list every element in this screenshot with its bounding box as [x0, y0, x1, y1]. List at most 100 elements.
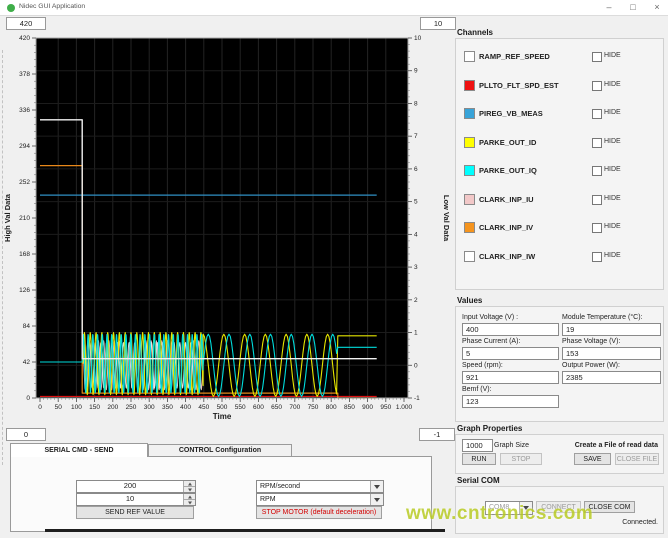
svg-text:750: 750 — [308, 404, 319, 411]
hide-checkbox[interactable] — [592, 52, 602, 62]
svg-text:5: 5 — [414, 199, 418, 206]
stop-button[interactable]: STOP — [500, 453, 542, 465]
high-axis-min-input[interactable]: 0 — [6, 428, 46, 441]
channel-swatch — [464, 137, 475, 148]
phase-current-field[interactable]: 5 — [462, 347, 559, 360]
svg-text:2: 2 — [414, 297, 418, 304]
spinner-arrows[interactable] — [183, 481, 195, 492]
graph-size-input[interactable]: 1000 — [462, 439, 493, 452]
svg-text:252: 252 — [19, 179, 30, 186]
hide-checkbox[interactable] — [592, 166, 602, 176]
svg-text:700: 700 — [289, 404, 300, 411]
step-value-spinner[interactable]: 10 — [76, 493, 196, 506]
channels-panel: RAMP_REF_SPEED HIDE PLLTO_FLT_SPD_EST HI… — [455, 38, 664, 290]
phase-current-label: Phase Current (A): — [462, 338, 521, 345]
svg-text:1.000: 1.000 — [396, 404, 413, 411]
ref-value-spinner[interactable]: 200 — [76, 480, 196, 493]
step-value: 10 — [125, 494, 135, 503]
save-button[interactable]: SAVE — [574, 453, 611, 465]
channel-label: CLARK_INP_IW — [479, 252, 536, 261]
svg-text:150: 150 — [89, 404, 100, 411]
svg-text:168: 168 — [19, 251, 30, 258]
spinner-arrows[interactable] — [183, 494, 195, 505]
svg-text:50: 50 — [55, 404, 63, 411]
hide-checkbox[interactable] — [592, 223, 602, 233]
channels-title: Channels — [457, 28, 494, 37]
close-button[interactable]: × — [646, 0, 668, 15]
speed-field[interactable]: 921 — [462, 371, 559, 384]
speed-label: Speed (rpm): — [462, 362, 503, 369]
svg-text:0: 0 — [38, 404, 42, 411]
phase-voltage-field[interactable]: 153 — [562, 347, 661, 360]
channel-label: PLLTO_FLT_SPD_EST — [479, 81, 559, 90]
phase-voltage-label: Phase Voltage (V): — [562, 338, 621, 345]
chevron-down-icon — [370, 494, 383, 505]
svg-text:850: 850 — [344, 404, 355, 411]
svg-text:6: 6 — [414, 166, 418, 173]
low-axis-min-input[interactable]: -1 — [419, 428, 455, 441]
channel-label: PARKE_OUT_ID — [479, 138, 537, 147]
send-ref-value-button[interactable]: SEND REF VALUE — [76, 506, 194, 519]
module-temp-label: Module Temperature (°C): — [562, 314, 643, 321]
chevron-down-icon — [370, 481, 383, 492]
svg-text:0: 0 — [26, 395, 30, 402]
svg-text:10: 10 — [414, 35, 422, 42]
minimize-button[interactable]: – — [598, 0, 620, 15]
channel-swatch — [464, 222, 475, 233]
close-file-button[interactable]: CLOSE FILE — [615, 453, 659, 465]
title-bar: Nidec GUI Application – □ × — [0, 0, 668, 16]
graph-properties-title: Graph Properties — [457, 424, 523, 433]
svg-text:42: 42 — [23, 359, 31, 366]
tab-serial-cmd-send[interactable]: SERIAL CMD - SEND — [10, 443, 148, 457]
svg-text:Low Val Data: Low Val Data — [442, 195, 451, 242]
channel-label: CLARK_INP_IU — [479, 195, 534, 204]
svg-text:-1: -1 — [414, 395, 420, 402]
svg-text:378: 378 — [19, 71, 30, 78]
hide-checkbox[interactable] — [592, 195, 602, 205]
bemf-label: Bemf (V): — [462, 386, 492, 393]
values-title: Values — [457, 296, 483, 305]
svg-text:84: 84 — [23, 323, 31, 330]
svg-text:420: 420 — [19, 35, 30, 42]
hide-label: HIDE — [604, 195, 621, 202]
hide-label: HIDE — [604, 81, 621, 88]
connection-status: Connected. — [622, 519, 658, 526]
watermark: www.cntronics.com — [406, 503, 594, 524]
stop-motor-button[interactable]: STOP MOTOR (default deceleration) — [256, 506, 382, 519]
output-power-field[interactable]: 2385 — [562, 371, 661, 384]
svg-text:800: 800 — [326, 404, 337, 411]
hide-label: HIDE — [604, 109, 621, 116]
hide-checkbox[interactable] — [592, 81, 602, 91]
unit2-select[interactable]: RPM — [256, 493, 384, 506]
create-file-label: Create a File of read data — [574, 442, 658, 449]
hide-label: HIDE — [604, 252, 621, 259]
run-button[interactable]: RUN — [462, 453, 496, 465]
svg-text:0: 0 — [414, 362, 418, 369]
svg-text:4: 4 — [414, 231, 418, 238]
channel-swatch — [464, 80, 475, 91]
channel-label: RAMP_REF_SPEED — [479, 52, 550, 61]
hide-checkbox[interactable] — [592, 252, 602, 262]
channel-swatch — [464, 51, 475, 62]
channel-swatch — [464, 251, 475, 262]
ref-value: 200 — [123, 481, 137, 490]
channel-swatch — [464, 165, 475, 176]
input-voltage-label: Input Voltage (V) : — [462, 314, 519, 321]
channel-label: PARKE_OUT_IQ — [479, 166, 537, 175]
channel-swatch — [464, 108, 475, 119]
svg-text:126: 126 — [19, 287, 30, 294]
bemf-field[interactable]: 123 — [462, 395, 559, 408]
svg-text:1: 1 — [414, 330, 418, 337]
svg-text:100: 100 — [71, 404, 82, 411]
svg-text:250: 250 — [126, 404, 137, 411]
svg-text:350: 350 — [162, 404, 173, 411]
svg-text:450: 450 — [198, 404, 209, 411]
svg-text:294: 294 — [19, 143, 30, 150]
unit1-select[interactable]: RPM/second — [256, 480, 384, 493]
input-voltage-field[interactable]: 400 — [462, 323, 559, 336]
hide-checkbox[interactable] — [592, 138, 602, 148]
graph-properties-panel: 1000 Graph Size Create a File of read da… — [455, 434, 664, 474]
maximize-button[interactable]: □ — [622, 0, 644, 15]
module-temp-field[interactable]: 19 — [562, 323, 661, 336]
hide-checkbox[interactable] — [592, 109, 602, 119]
